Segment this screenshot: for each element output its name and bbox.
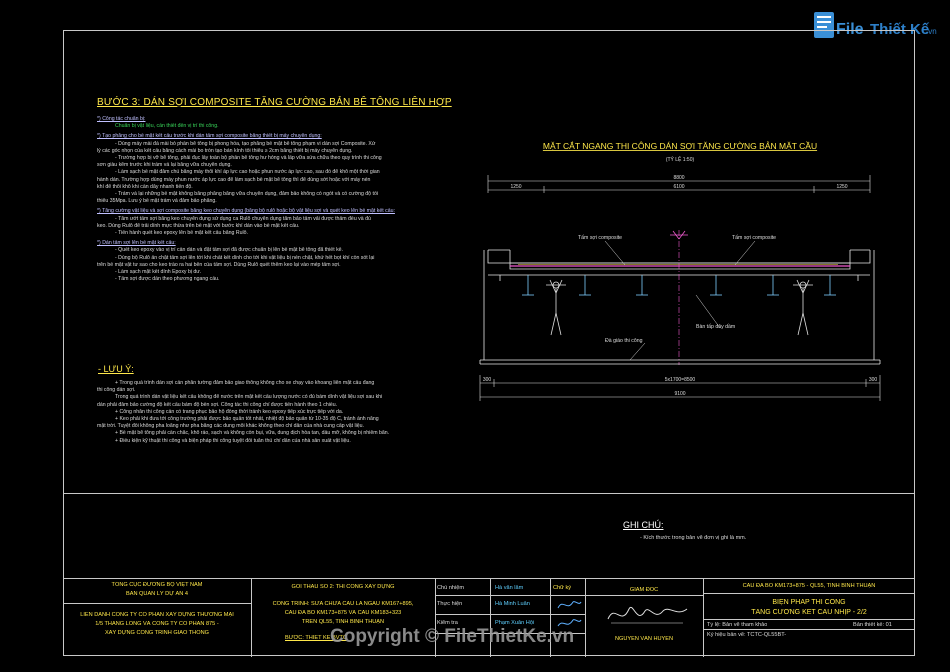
dim-left: 1250 (510, 184, 521, 190)
project-line2: CẦU ĐA BỐ KM173+875 VÀ CẦU KM183+323 (284, 610, 402, 616)
label-sheet-right: Tấm sợi composite (732, 235, 776, 241)
contractor-line1: LIÊN DANH CÔNG TY CỔ PHẦN XÂY DỰNG THƯƠN… (80, 612, 234, 618)
bridge-name: CẦU ĐA BỐ KM173+875 - QL55, TỈNH BÌNH TH… (742, 583, 876, 589)
drawing-number: Ký hiệu bản vẽ: TCTC-QL55BT- (707, 632, 787, 638)
dim-bottom-left: 300 (483, 377, 492, 383)
step-heading: BƯỚC 3: DÁN SỢI COMPOSITE TĂNG CƯỜNG BẢN… (97, 97, 452, 108)
section-line: trên bề mặt vật tư sao cho keo trào ra h… (97, 261, 341, 268)
section-line: - Trám vá lại những bề mặt không bằng ph… (115, 191, 378, 198)
notes-divider (63, 493, 915, 494)
section-title: *) Dán tấm sợi lên bề mặt kết cấu: (97, 240, 176, 247)
section-line: - Tăm ướt tấm sợi bằng keo chuyên dụng s… (115, 215, 371, 222)
note-line: thi công dán sợi. (97, 387, 136, 394)
section-line: - Trường hợp bị vỡ bê tông, phải đục lấy… (115, 155, 382, 162)
project-line1: CÔNG TRÌNH: SỬA CHỮA CẦU LA NGÀU KM167+8… (272, 601, 414, 607)
name-executor: Hà Minh Luân (495, 601, 530, 607)
note-line: + Điều kiện kỹ thuật thi công và biện ph… (115, 437, 351, 444)
note-line: + Keo phải khi đưa tới công trường phải … (115, 416, 379, 423)
note-line: mặt trời. Tuyệt đối không pha loãng như … (97, 423, 365, 430)
role-executor: Thực hiện (437, 601, 463, 607)
section-line: Chuẩn bị vật liệu, cần thiết đến vị trí … (115, 123, 219, 130)
worker-right-icon (793, 279, 813, 336)
dim-right: 1250 (836, 184, 847, 190)
method-text-block: *) Công tác chuẩn bị: Chuẩn bị vật liệu,… (97, 116, 437, 283)
svg-text:.vn: .vn (926, 27, 937, 36)
note-line: dán phải đảm bảo cường độ kết cấu bám độ… (97, 401, 338, 408)
section-line: - Dùng máy mài đá mài bỏ phần bê tông bị… (115, 140, 376, 147)
director-signature-icon (607, 606, 688, 624)
section-title: *) Tăng cường vật liệu và sợi composite … (97, 208, 395, 215)
dim-total-top: 8800 (673, 175, 684, 181)
role-chief: Chủ nhiệm (437, 585, 465, 591)
section-line: - Tiến hành quét keo epoxy lên bề mặt kế… (115, 230, 248, 237)
worker-left-icon (546, 279, 566, 336)
section-title: *) Tạo phẳng cho bề mặt kết cấu trước kh… (97, 133, 322, 140)
drawing-scale: (TỶ LỆ 1:50) (666, 155, 695, 163)
drawing-title-line2: TĂNG CƯỜNG KẾT CẤU NHỊP - 2/2 (751, 609, 867, 616)
dim-bottom-right: 300 (869, 377, 878, 383)
owner-name: TỔNG CỤC ĐƯỜNG BỘ VIỆT NAM (111, 582, 203, 588)
drawing-title-line1: BIỆN PHÁP THI CÔNG (772, 599, 846, 606)
name-chief: Hà văn lâm (495, 585, 524, 591)
section-line: - Tấm sợi được dán theo phương ngang cầu… (115, 276, 220, 283)
project-line3: TRÊN QL55, TỈNH BÌNH THUẬN (301, 619, 385, 625)
section-line: sơn giàu kẽm trước khi trám vá lại bằng … (97, 162, 232, 169)
label-scaffold: Đà giáo thi công (605, 338, 643, 344)
section-line: - Làm sạch mặt kết dính Epoxy bị dư. (115, 269, 202, 276)
section-line: - Làm sạch bề mặt đảm chủ bằng máy thổi … (115, 169, 380, 176)
director-header: GIÁM ĐỐC (629, 587, 659, 593)
contractor-line2: 1/5 THĂNG LONG VÀ CÔNG TY CỔ PHẦN 875 - (95, 621, 219, 627)
section-line: - Quét keo epoxy vào vị trí cần dán và đ… (115, 247, 343, 254)
section-title: *) Công tác chuẩn bị: (97, 116, 146, 122)
notes-title: GHI CHÚ: (623, 520, 664, 530)
contractor-line3: XÂY DỰNG CÔNG TRÌNH GIAO THÔNG (105, 630, 209, 636)
section-line: - Dùng bộ Rulô ấn chặt tấm sợi lên tới k… (115, 254, 375, 261)
director-name: NGUYỄN VĂN HUYỀN (614, 636, 674, 642)
note-heading: - LƯU Ý: (98, 364, 134, 374)
copyright-watermark: Copyright © FileThietKe.vn (330, 626, 575, 647)
owner-unit: BAN QUẢN LÝ DỰ ÁN 4 (126, 591, 188, 597)
section-line: lý các góc nhọn của kết cấu bằng cách mà… (97, 147, 353, 154)
cross-section-drawing: MẶT CẮT NGANG THI CÔNG DÁN SỢI TĂNG CƯỜN… (479, 140, 881, 401)
section-line: thiểu 35Mpa. Lưu ý bề mặt trám vá đảm bả… (97, 198, 217, 205)
label-sheet-left: Tấm sợi composite (578, 235, 622, 241)
note-line: + Bề mặt bê tông phải cần chắc, khô ráo,… (115, 430, 390, 437)
section-line: hành dán. Trường hợp dùng máy phun nước … (97, 176, 371, 183)
dim-bottom-mid: 5x1700=8500 (665, 377, 696, 383)
sheet-number: Bản thiết kế: 01 (853, 622, 892, 628)
label-support: Bàn tấp dây dầm (696, 324, 735, 330)
scaffold-platform (479, 250, 881, 365)
section-line: khí để thổi khô khi cần dây nhanh tiến đ… (97, 183, 193, 190)
signature-header: Chữ ký (553, 585, 572, 591)
drawing-ratio: Tỷ lệ: Bản vẽ tham khảo (707, 622, 768, 628)
note-line: + Trong quá trình dán sợi cần phân tường… (115, 380, 375, 386)
drawing-title: MẶT CẮT NGANG THI CÔNG DÁN SỢI TĂNG CƯỜN… (543, 140, 817, 151)
note-line: Trong quá trình dán vật liệu kết cấu khô… (115, 394, 383, 401)
section-line: keo. Dùng Rulô để trải dính mực thừa trê… (97, 222, 300, 229)
dim-bottom-total: 9100 (674, 391, 685, 397)
notes-text: - Kích thước trong bản vẽ đơn vị ghi là … (640, 535, 747, 541)
deck-hatching (518, 264, 838, 265)
dim-mid: 6100 (673, 184, 684, 190)
package-name: GÓI THẦU SỐ 2: THI CÔNG XÂY DỰNG (291, 584, 395, 590)
note-text-block: + Trong quá trình dán sợi cần phân tường… (97, 380, 437, 445)
note-line: + Công nhân thi công cần có trang phục b… (115, 408, 344, 415)
